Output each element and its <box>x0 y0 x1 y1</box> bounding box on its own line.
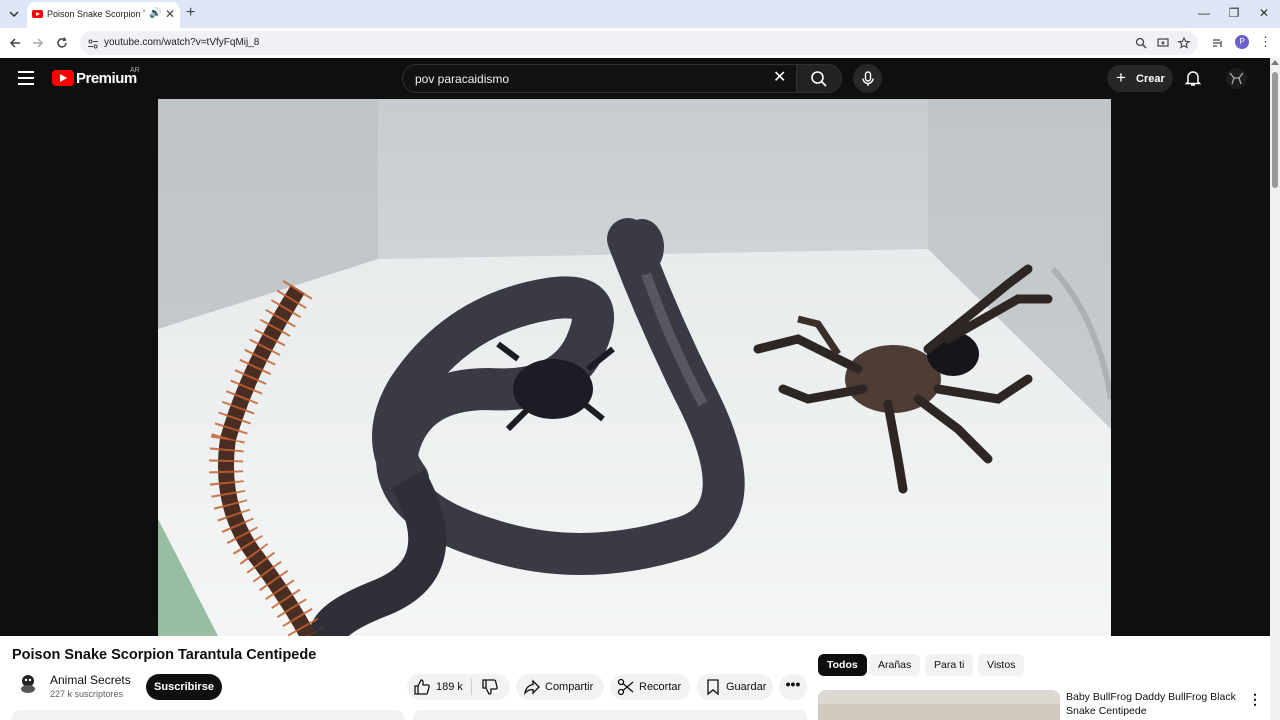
channel-name[interactable]: Animal Secrets <box>50 673 131 687</box>
minimize-icon[interactable]: — <box>1194 6 1214 20</box>
comments-card[interactable] <box>413 710 807 720</box>
search-input[interactable]: pov paracaidismo ✕ <box>402 64 796 93</box>
search-button[interactable] <box>796 64 842 93</box>
address-bar[interactable]: youtube.com/watch?v=tVfyFqMij_8 <box>80 31 1198 55</box>
share-label: Compartir <box>545 681 594 693</box>
search-query[interactable]: pov paracaidismo <box>415 72 509 86</box>
subscriber-count: 227 k suscriptores <box>50 689 124 699</box>
like-dislike-group: 189 k <box>407 674 510 700</box>
like-divider <box>471 679 472 695</box>
zoom-icon[interactable] <box>1134 36 1148 50</box>
window-close-icon[interactable]: ✕ <box>1254 6 1274 20</box>
browser-tab-active[interactable]: Poison Snake Scorpion Tarantula 🔊 ✕ <box>27 2 180 28</box>
video-frame[interactable] <box>158 99 1111 636</box>
video-title: Poison Snake Scorpion Tarantula Centiped… <box>12 647 317 663</box>
chrome-menu-icon[interactable]: ⋮ <box>1259 34 1272 50</box>
video-frame-image <box>158 99 1111 636</box>
tab-close-icon[interactable]: ✕ <box>165 7 175 21</box>
tab-search-chevron-icon[interactable] <box>5 5 23 23</box>
description-card[interactable] <box>12 710 404 720</box>
video-player[interactable] <box>0 99 1270 636</box>
scroll-up-arrow-icon[interactable] <box>1271 60 1279 65</box>
restore-icon[interactable]: ❐ <box>1224 6 1244 20</box>
subscribe-button[interactable]: Suscribirse <box>146 674 222 700</box>
chip-para-ti[interactable]: Para ti <box>925 654 974 676</box>
youtube-page: Premium AR pov paracaidismo ✕ + Crear Po… <box>0 58 1280 720</box>
tab-strip: Poison Snake Scorpion Tarantula 🔊 ✕ + — … <box>0 0 1280 28</box>
chip-aranas[interactable]: Arañas <box>869 654 921 676</box>
create-button[interactable]: + Crear <box>1107 65 1173 92</box>
youtube-premium-logo[interactable]: Premium <box>76 70 137 87</box>
youtube-logo-icon[interactable] <box>52 70 74 86</box>
page-scrollbar[interactable] <box>1270 58 1280 720</box>
microphone-icon <box>861 70 874 86</box>
profile-avatar[interactable]: P <box>1235 35 1249 49</box>
chip-vistos[interactable]: Vistos <box>978 654 1025 676</box>
save-label: Guardar <box>726 681 767 693</box>
like-count[interactable]: 189 k <box>436 681 463 693</box>
plus-icon: + <box>1116 68 1126 87</box>
new-tab-plus-icon[interactable]: + <box>186 4 195 22</box>
thumbs-down-icon[interactable] <box>481 678 499 696</box>
browser-toolbar: youtube.com/watch?v=tVfyFqMij_8 <box>0 28 1280 58</box>
speaker-icon[interactable]: 🔊 <box>149 8 161 19</box>
bookmark-icon <box>704 678 722 696</box>
youtube-favicon-icon <box>32 10 43 18</box>
media-controls-icon[interactable] <box>1209 34 1227 52</box>
share-arrow-icon <box>523 678 541 696</box>
clear-search-icon[interactable]: ✕ <box>773 69 786 87</box>
recommendation-thumbnail[interactable] <box>818 690 1060 720</box>
tab-title: Poison Snake Scorpion Tarantula <box>47 9 145 19</box>
chip-todos[interactable]: Todos <box>818 654 867 676</box>
back-arrow-icon[interactable] <box>6 34 24 52</box>
forward-arrow-icon[interactable] <box>29 34 47 52</box>
notifications-bell-icon[interactable] <box>1184 69 1202 87</box>
scissors-icon <box>617 678 635 696</box>
channel-avatar[interactable] <box>15 670 41 696</box>
guide-menu-icon[interactable] <box>18 71 34 85</box>
account-avatar[interactable] <box>1226 68 1247 89</box>
voice-search-button[interactable] <box>853 64 882 93</box>
share-button[interactable]: Compartir <box>516 674 604 700</box>
search-icon <box>811 70 827 87</box>
recommendation-menu-icon[interactable]: ⋮ <box>1248 691 1262 708</box>
masthead: Premium AR pov paracaidismo ✕ + Crear <box>0 58 1270 99</box>
country-code: AR <box>130 67 140 74</box>
create-label: Crear <box>1136 73 1165 85</box>
clip-label: Recortar <box>639 681 682 693</box>
more-actions-icon[interactable]: ••• <box>779 674 807 700</box>
thumbs-up-icon[interactable] <box>413 678 431 696</box>
bookmark-star-icon[interactable] <box>1177 36 1191 50</box>
reload-icon[interactable] <box>53 34 71 52</box>
clip-button[interactable]: Recortar <box>610 674 690 700</box>
site-settings-icon[interactable] <box>87 37 99 49</box>
scrollbar-thumb[interactable] <box>1272 72 1278 188</box>
url-text[interactable]: youtube.com/watch?v=tVfyFqMij_8 <box>104 37 259 48</box>
install-app-icon[interactable] <box>1156 36 1170 50</box>
save-button[interactable]: Guardar <box>697 674 773 700</box>
recommendation-title[interactable]: Baby BullFrog Daddy BullFrog Black Snake… <box>1066 690 1238 718</box>
